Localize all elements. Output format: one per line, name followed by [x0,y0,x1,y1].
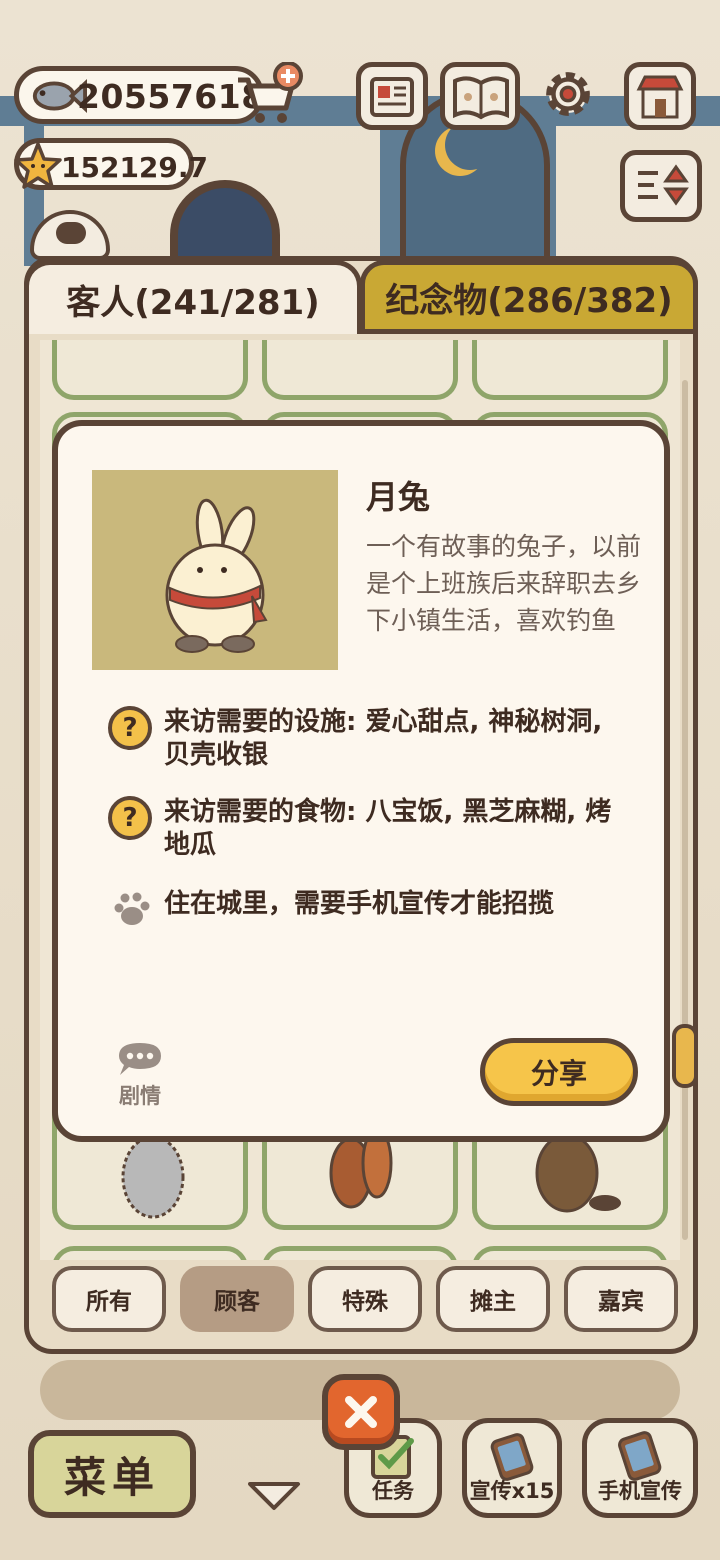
question-icon[interactable]: ? [108,796,152,840]
filter-label: 嘉宾 [598,1289,644,1315]
facility-requirement: ? 来访需要的设施: 爱心甜点, 神秘树洞, 贝壳收银 [108,706,624,772]
tab-souvenirs[interactable]: 纪念物(286/382) [360,260,698,334]
share-button[interactable]: 分享 [480,1038,638,1106]
filter-special-button[interactable]: 特殊 [308,1266,422,1332]
scrollbar-track[interactable] [682,380,688,1240]
phone-promotion-label: 手机宣传 [598,1479,682,1503]
guest-card[interactable] [262,340,458,400]
menu-label: 菜单 [63,1452,160,1502]
sort-icon [638,164,689,206]
settings-button[interactable] [536,62,608,130]
filter-vendors-button[interactable]: 摊主 [436,1266,550,1332]
star-currency-value: 152129.7 [61,151,209,184]
shop-icon [636,75,684,119]
notes-icon [370,77,414,117]
guest-card[interactable] [52,340,248,400]
guest-card[interactable] [262,1246,458,1260]
food-requirement: ? 来访需要的食物: 八宝饭, 黑芝麻糊, 烤地瓜 [108,796,624,862]
guestbook-button[interactable] [440,62,520,130]
guest-portrait [92,470,338,670]
paw-icon [114,892,150,925]
facility-requirement-text: 来访需要的设施: 爱心甜点, 神秘树洞, 贝壳收银 [164,707,603,770]
habitat-text: 住在城里，需要手机宣传才能招揽 [164,889,555,919]
menu-button[interactable]: 菜单 [28,1430,196,1518]
sort-button[interactable] [620,150,702,222]
fish-currency-display: 20557618 [14,66,264,124]
story-button[interactable]: 剧情 [112,1040,168,1110]
tasks-label: 任务 [372,1479,414,1503]
star-icon [14,142,62,189]
close-icon [345,1396,377,1428]
phone-promotion-button[interactable]: 手机宣传 [582,1418,698,1518]
paw-book-icon [453,76,509,120]
moon-rabbit-image [165,498,268,653]
cart-plus-icon [238,61,303,123]
guest-card[interactable] [472,340,668,400]
tab-guests[interactable]: 客人(241/281) [24,260,362,334]
shop-button[interactable] [624,62,696,130]
buy-currency-button[interactable] [232,61,304,128]
scrollbar-handle[interactable] [672,1024,698,1088]
tab-guests-label: 客人(241/281) [66,283,320,323]
gear-icon [546,72,590,116]
speech-bubble-icon [119,1043,161,1075]
filter-customers-button[interactable]: 顾客 [180,1266,294,1332]
food-requirement-text: 来访需要的食物: 八宝饭, 黑芝麻糊, 烤地瓜 [164,797,612,860]
guest-card[interactable] [472,1246,668,1260]
filter-label: 所有 [86,1289,132,1315]
guest-description: 一个有故事的兔子，以前是个上班族后来辞职去乡下小镇生活，喜欢钓鱼 [366,532,642,635]
habitat-info: 住在城里，需要手机宣传才能招揽 [108,888,624,928]
filter-guests-button[interactable]: 嘉宾 [564,1266,678,1332]
notes-button[interactable] [356,62,428,130]
filter-label: 特殊 [342,1289,388,1315]
promotion-label: 宣传x15 [469,1479,555,1503]
close-button[interactable] [322,1374,400,1450]
filter-label: 摊主 [470,1289,516,1315]
chevron-down-icon[interactable] [246,1480,302,1512]
filter-all-button[interactable]: 所有 [52,1266,166,1332]
star-currency-display: 152129.7 [14,138,208,190]
story-label: 剧情 [119,1084,161,1108]
question-icon[interactable]: ? [108,706,152,750]
guest-card[interactable] [52,1246,248,1260]
promotion-button[interactable]: 宣传x15 [462,1418,562,1518]
filter-label: 顾客 [214,1289,260,1315]
guest-name: 月兔 [366,478,431,516]
tab-souvenirs-label: 纪念物(286/382) [385,280,673,321]
share-label: 分享 [530,1057,587,1090]
